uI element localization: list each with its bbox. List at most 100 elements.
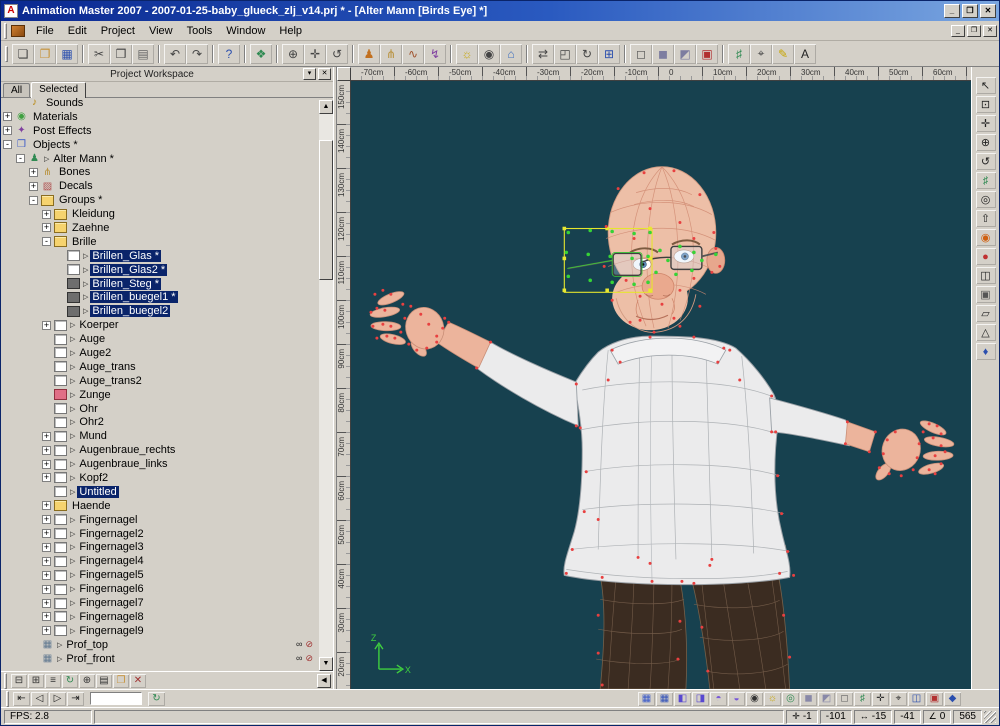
tree-row[interactable]: +▷Fingernagel7 <box>1 596 319 610</box>
menu-window[interactable]: Window <box>219 23 272 39</box>
lock-icon[interactable]: ⊘ <box>305 653 313 664</box>
mirror-toggle-button[interactable]: ◫ <box>908 692 925 706</box>
left-view-button[interactable]: ◧ <box>674 692 691 706</box>
find-button[interactable]: ⊕ <box>79 674 95 688</box>
tree-row[interactable]: -Brille <box>1 235 319 249</box>
tree-expander[interactable]: + <box>29 168 38 177</box>
zoom-view-tool-button[interactable]: ⊕ <box>976 134 996 151</box>
muscle-mode-button[interactable]: ∿ <box>402 44 424 64</box>
jump-to-end-button[interactable]: ⇥ <box>67 692 84 706</box>
bottom-view-button[interactable]: ◒ <box>728 692 745 706</box>
tree-row[interactable]: ▦▷Prof_top∞⊘ <box>1 638 319 652</box>
lights-button[interactable]: ☼ <box>456 44 478 64</box>
tree-row[interactable]: ♪Sounds <box>1 98 319 110</box>
tree-row[interactable]: +▷Fingernagel4 <box>1 554 319 568</box>
menu-tools[interactable]: Tools <box>180 23 220 39</box>
tree-row[interactable]: ▷Auge_trans2 <box>1 374 319 388</box>
jump-to-start-button[interactable]: ⇤ <box>13 692 30 706</box>
tree-row[interactable]: ▷Auge2 <box>1 346 319 360</box>
expand-all-button[interactable]: ⊞ <box>28 674 44 688</box>
text-tool-button[interactable]: A <box>794 44 816 64</box>
tree-row[interactable]: +▷Augenbraue_links <box>1 457 319 471</box>
hide-tool-button[interactable]: ◫ <box>976 267 996 284</box>
tree-expander[interactable]: - <box>29 196 38 205</box>
standard-manipulator-button[interactable]: ⊞ <box>598 44 620 64</box>
tree-row[interactable]: +▷Koerper <box>1 318 319 332</box>
camera-view-button[interactable]: ◉ <box>746 692 763 706</box>
tree-row[interactable]: ▷Brillen_Glas * <box>1 249 319 263</box>
light-view-button[interactable]: ☼ <box>764 692 781 706</box>
child-minimize-button[interactable]: _ <box>951 25 965 37</box>
title-bar[interactable]: A Animation Master 2007 - 2007-01-25-bab… <box>1 1 999 21</box>
menu-grip[interactable] <box>4 23 7 39</box>
tree-expander[interactable]: + <box>42 501 51 510</box>
mirror-mode-tool-button[interactable]: ● <box>976 248 996 265</box>
tree-expander[interactable]: + <box>42 223 51 232</box>
move-button[interactable]: ✛ <box>304 44 326 64</box>
tree-row[interactable]: -Groups * <box>1 193 319 207</box>
grid-toggle-view-button[interactable]: ♯ <box>854 692 871 706</box>
new-button[interactable]: ❏ <box>12 44 34 64</box>
extrude-tool-button[interactable]: ⇧ <box>976 210 996 227</box>
horizontal-ruler[interactable]: -70cm-60cm-50cm-40cm-30cm-20cm-10cm010cm… <box>351 67 971 81</box>
tree-row[interactable]: -❒Objects * <box>1 138 319 152</box>
dynamics-mode-button[interactable]: ↯ <box>424 44 446 64</box>
tree-row[interactable]: +Haende <box>1 499 319 513</box>
model-mode-button[interactable]: ♟ <box>358 44 380 64</box>
tree-expander[interactable]: + <box>3 126 12 135</box>
tree-row[interactable]: +▷Fingernagel <box>1 513 319 527</box>
translate-manipulator-button[interactable]: ⇄ <box>532 44 554 64</box>
properties-button[interactable]: ▤ <box>96 674 112 688</box>
scroll-left-button[interactable]: ◀ <box>317 674 331 688</box>
top-view-button[interactable]: ◓ <box>710 692 727 706</box>
cameras-button[interactable]: ◉ <box>478 44 500 64</box>
refresh-button[interactable]: ↻ <box>62 674 78 688</box>
move-view-tool-button[interactable]: ✛ <box>976 115 996 132</box>
cut-button[interactable]: ✂ <box>88 44 110 64</box>
toolbar-grip[interactable] <box>5 46 8 62</box>
ruler-corner[interactable] <box>337 67 351 81</box>
glasses-icon[interactable]: ∞ <box>296 653 302 664</box>
choreography-button[interactable]: ⌂ <box>500 44 522 64</box>
tree-expander[interactable]: + <box>42 515 51 524</box>
delete-item-button[interactable]: ✕ <box>130 674 146 688</box>
turn-view-tool-button[interactable]: ↺ <box>976 153 996 170</box>
glasses-icon[interactable]: ∞ <box>296 639 302 650</box>
back-view-button[interactable]: ▦ <box>656 692 673 706</box>
tree-expander[interactable]: + <box>42 529 51 538</box>
tree-expander[interactable]: + <box>42 432 51 441</box>
bird-eye-view-button[interactable]: ◎ <box>782 692 799 706</box>
rotate-manipulator-button[interactable]: ↻ <box>576 44 598 64</box>
keyframe-tool-button[interactable]: ♦ <box>976 343 996 360</box>
library-button[interactable]: ❖ <box>250 44 272 64</box>
bound-group-tool-button[interactable]: ⊡ <box>976 96 996 113</box>
bottom-toolbar-grip[interactable] <box>6 691 9 707</box>
tree-expander[interactable]: - <box>42 237 51 246</box>
child-window-icon[interactable] <box>11 25 25 37</box>
lock-icon[interactable]: ⊘ <box>305 639 313 650</box>
grid-snap-tool-button[interactable]: ♯ <box>976 172 996 189</box>
tree-expander[interactable]: + <box>42 557 51 566</box>
normals-tool-button[interactable]: △ <box>976 324 996 341</box>
help-button[interactable]: ? <box>218 44 240 64</box>
tree-expander[interactable]: + <box>3 112 12 121</box>
tree-row[interactable]: -♟▷Alter Mann * <box>1 152 319 166</box>
tree-expander[interactable]: + <box>42 210 51 219</box>
workspace-toolbar-grip[interactable] <box>4 673 7 689</box>
scroll-thumb[interactable] <box>319 140 333 280</box>
manipulator-toggle-button[interactable]: ✛ <box>872 692 889 706</box>
menu-edit[interactable]: Edit <box>61 23 94 39</box>
grid-toggle-button[interactable]: ♯ <box>728 44 750 64</box>
lock-tool-button[interactable]: ▣ <box>976 286 996 303</box>
tree-row[interactable]: +▷Fingernagel9 <box>1 624 319 638</box>
patch-select-tool-button[interactable]: ▱ <box>976 305 996 322</box>
tree-expander[interactable]: + <box>42 571 51 580</box>
tree-row[interactable]: ▦▷Prof_front∞⊘ <box>1 652 319 666</box>
front-view-button[interactable]: ▦ <box>638 692 655 706</box>
tree-row[interactable]: +◉Materials <box>1 110 319 124</box>
collapse-all-button[interactable]: ⊟ <box>11 674 27 688</box>
tree-expander[interactable]: + <box>42 585 51 594</box>
tree-row[interactable]: +▷Fingernagel8 <box>1 610 319 624</box>
right-view-button[interactable]: ◨ <box>692 692 709 706</box>
menu-help[interactable]: Help <box>272 23 309 39</box>
